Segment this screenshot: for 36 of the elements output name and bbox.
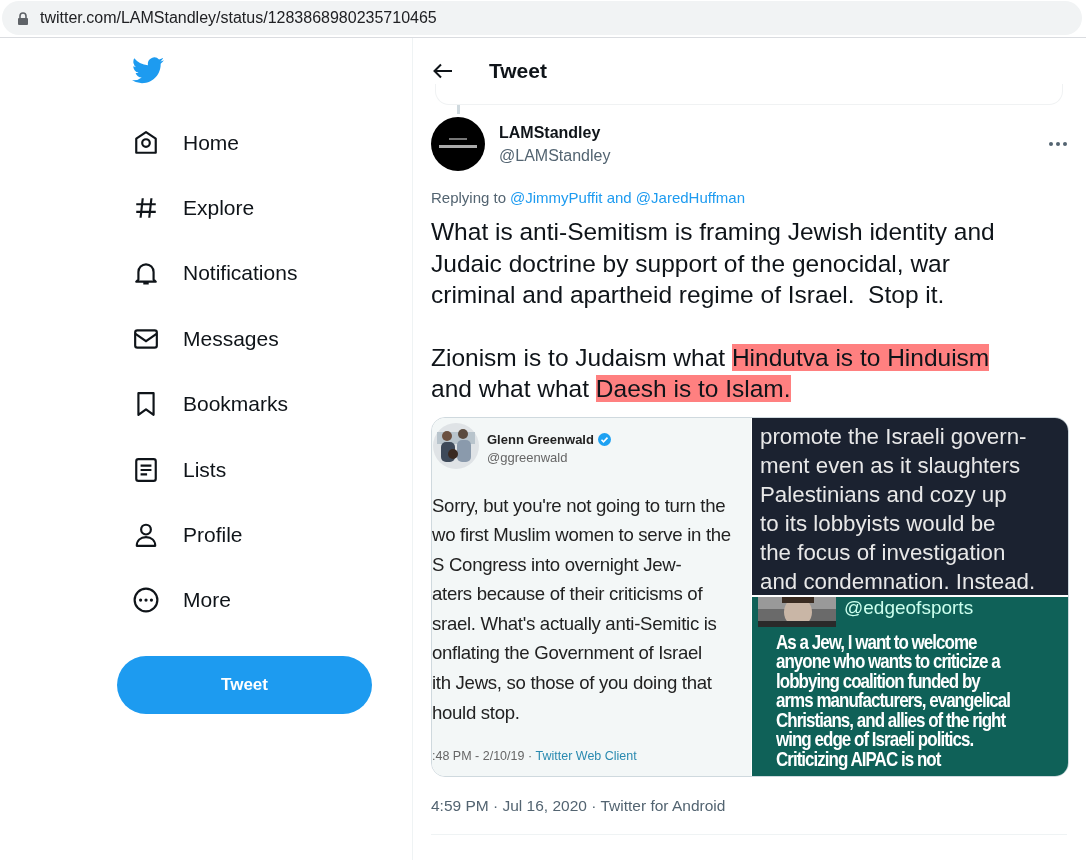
nav-item[interactable]: Bookmarks: [117, 371, 289, 437]
author-name[interactable]: LAMStandley: [499, 123, 1035, 142]
url-text[interactable]: twitter.com/LAMStandley/status/1283868980235710465: [40, 9, 437, 27]
back-arrow-icon[interactable]: [433, 63, 453, 79]
author-handle: @edgeofsports: [844, 596, 974, 619]
more-icon: [133, 587, 159, 614]
verified-badge-icon: [597, 432, 611, 446]
nav-item[interactable]: Notifications: [117, 240, 298, 307]
quoted-text: As a Jew, I want to welcome anyone who wants to criticize a lobbying coalition funded by arms manufacturers, evangelical Christians, and allies of the right wing edge of Israeli politics. Criticizing AIPAC is not: [776, 632, 1012, 770]
tweet-screenshot[interactable]: [432, 417, 751, 776]
bell-icon: [133, 260, 159, 287]
home-icon: [133, 129, 159, 156]
nav-item[interactable]: Messages: [117, 306, 279, 372]
tweet-screenshot[interactable]: [752, 596, 1068, 776]
client-name: Twitter Web Client: [535, 749, 637, 764]
list-icon: [133, 456, 159, 483]
person-icon: [133, 522, 159, 549]
tweet-timestamp: 4:59 PM · Jul 16, 2020 · Twitter for Android: [431, 796, 1067, 835]
bird-logo-icon: [132, 57, 164, 84]
author-handle[interactable]: @LAMStandley: [499, 146, 1035, 165]
replying-label: Replying to: [431, 189, 507, 206]
author-handle: @ggreenwald: [487, 449, 569, 465]
nav-item[interactable]: Profile: [117, 502, 243, 568]
author-name: Glenn Greenwald: [487, 431, 594, 447]
tweet-time: :48 PM - 2/10/19 ·: [432, 749, 534, 764]
nav-item[interactable]: More: [117, 567, 231, 634]
nav-item[interactable]: Explore: [117, 175, 255, 241]
address-bar[interactable]: twitter.com/LAMStandley/status/1283868980235710465: [2, 1, 1082, 35]
tweet-text: What is anti-Semitism is framing Jewish identity and Judaic doctrine by support of the genocidal, war criminal and apartheid regime of Israel. Stop it.: [431, 217, 996, 310]
nav-item[interactable]: Home: [117, 110, 240, 176]
more-options-icon[interactable]: [1049, 142, 1067, 146]
nav-item[interactable]: Lists: [117, 436, 227, 503]
lock-icon: [18, 11, 28, 25]
page-title: Tweet: [489, 59, 547, 83]
quoted-text: Sorry, but you're not going to turn the wo first Muslim women to serve in the S Congress into overnight Jew- aters because of their criticisms of srael. What's actually anti-Semitic is onflating the Government of Israel ith Jews, so those of you doing that hould stop.: [432, 493, 732, 725]
tweet-text: Zionism is to Judaism what Hindutva is to Hinduism and what what Daesh is to Islam.: [431, 342, 991, 404]
